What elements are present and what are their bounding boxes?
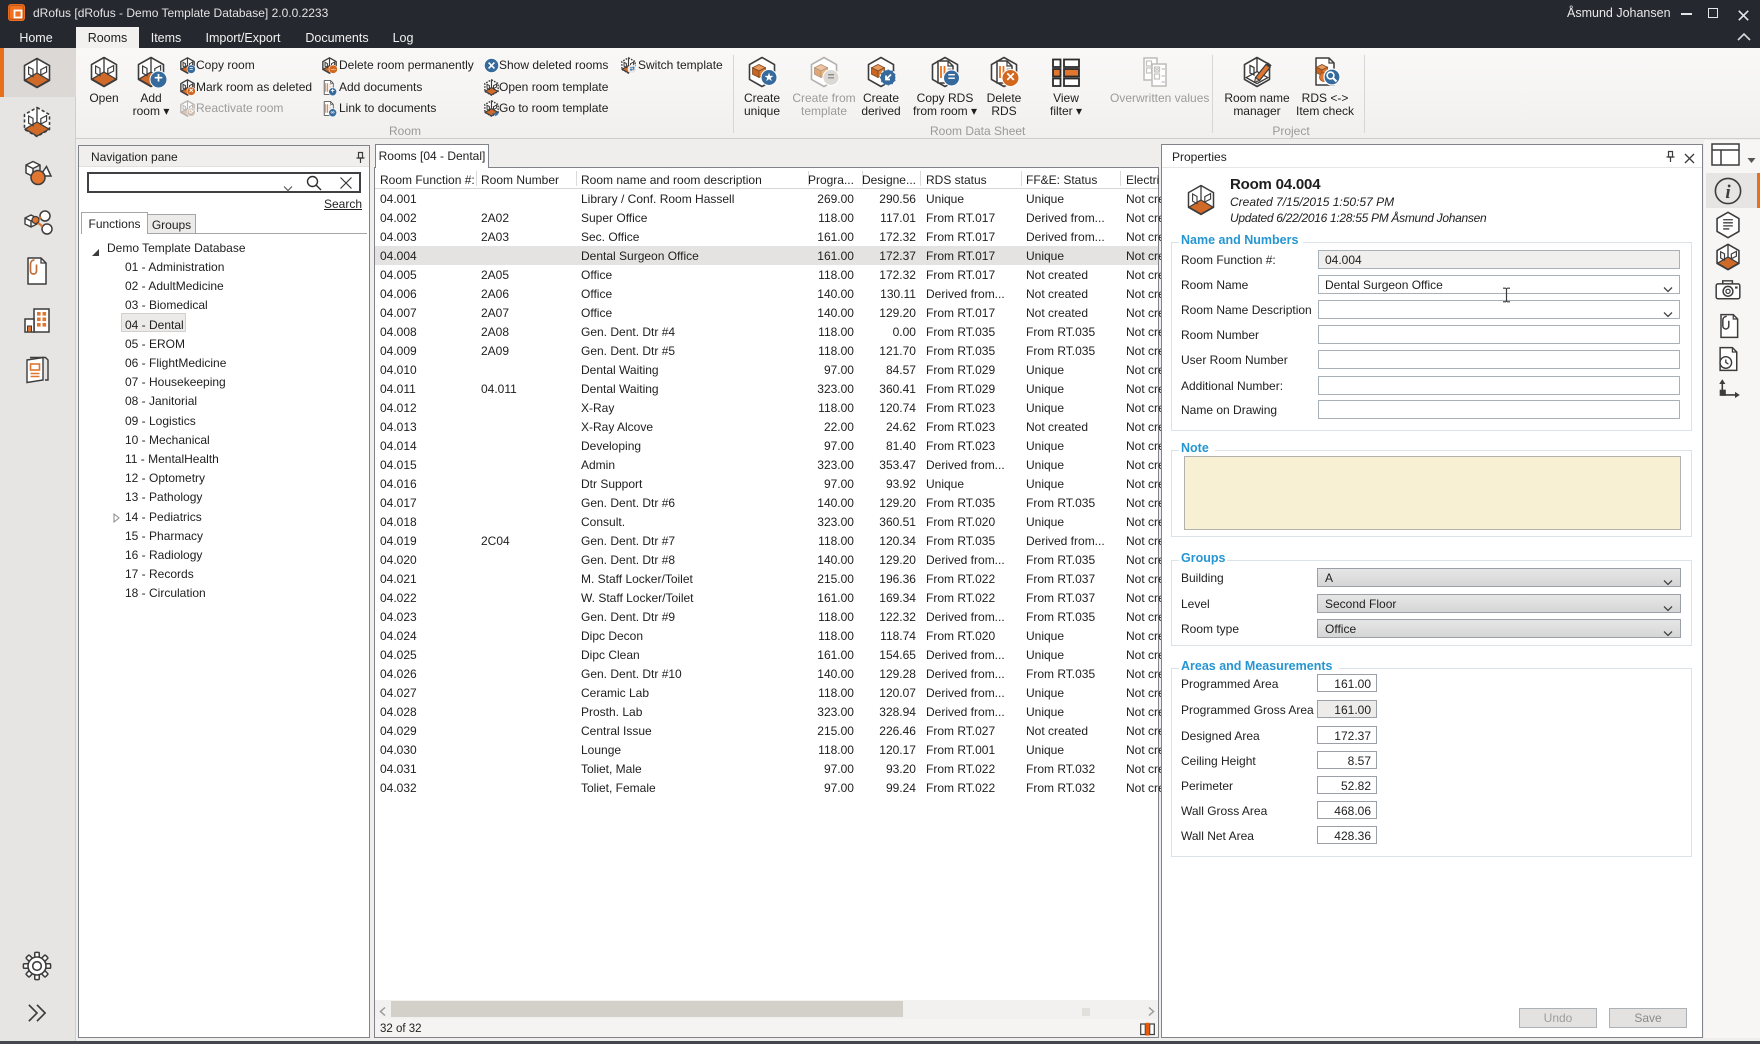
svg-text:i: i: [1725, 182, 1731, 203]
svg-text:∞: ∞: [331, 110, 335, 116]
svg-text:=: =: [827, 69, 834, 83]
svg-text:=: =: [948, 69, 956, 84]
svg-text:+: +: [154, 70, 163, 87]
svg-text:✕: ✕: [189, 87, 194, 94]
svg-text:✕: ✕: [1005, 70, 1015, 84]
svg-text:=: =: [189, 65, 193, 72]
svg-text:★: ★: [765, 72, 774, 83]
svg-text:+: +: [331, 88, 335, 95]
svg-text:—: —: [331, 67, 336, 72]
